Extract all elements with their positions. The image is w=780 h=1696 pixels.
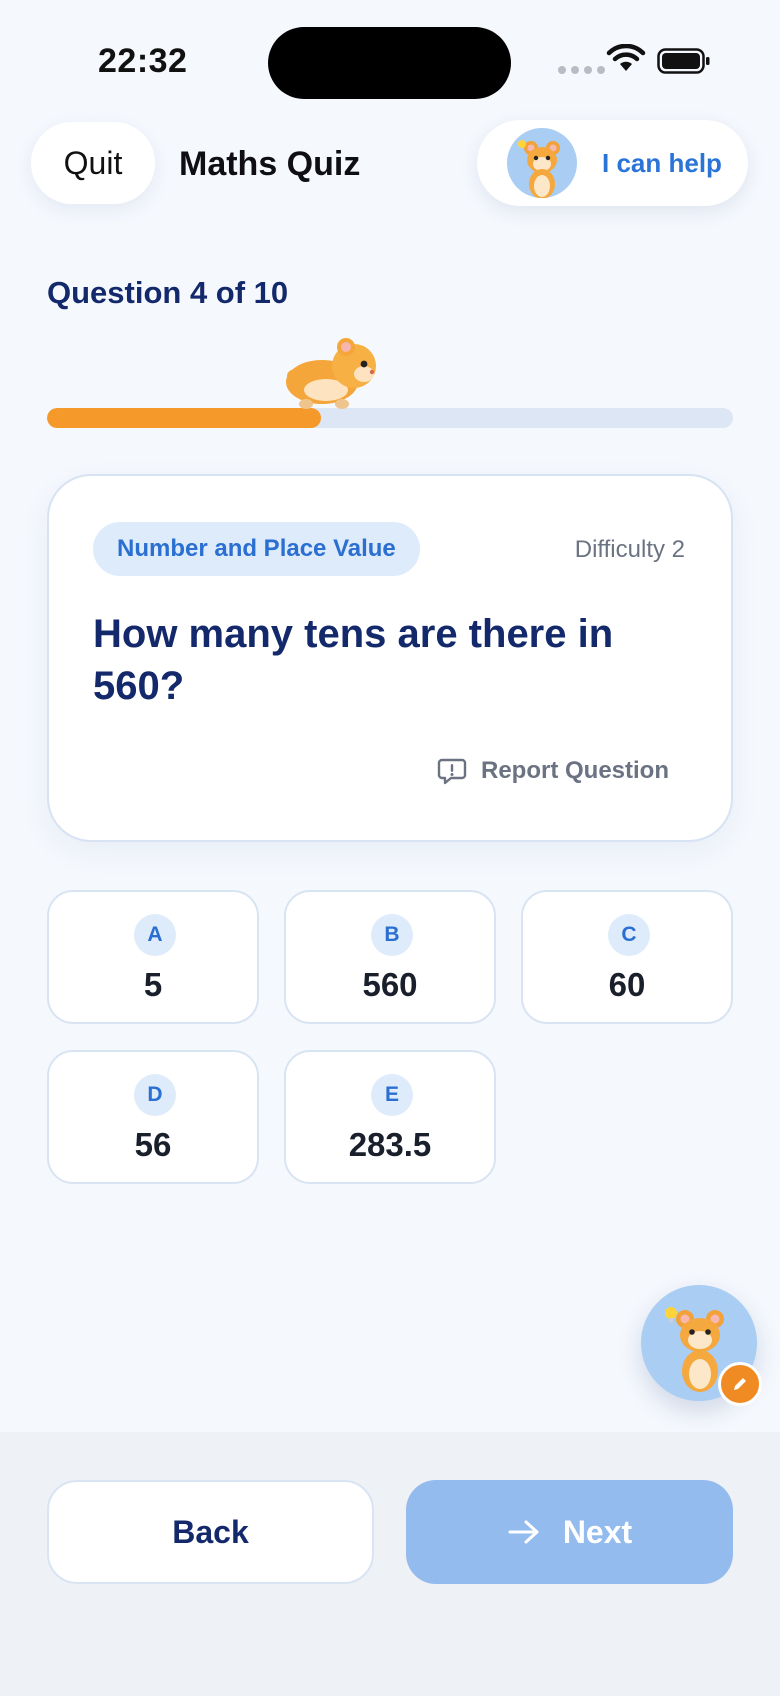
difficulty-label: Difficulty 2 <box>574 536 685 563</box>
page-title: Maths Quiz <box>179 145 361 183</box>
answer-value: 5 <box>143 966 163 1003</box>
answer-option-e[interactable]: E 283.5 <box>284 1050 496 1184</box>
answer-letter: B <box>371 914 413 956</box>
report-question-button[interactable]: Report Question <box>437 756 669 786</box>
back-button[interactable]: Back <box>47 1480 374 1584</box>
answer-letter: C <box>608 914 650 956</box>
help-button[interactable]: I can help <box>477 120 748 206</box>
report-question-label: Report Question <box>480 757 669 784</box>
answer-option-d[interactable]: D 56 <box>47 1050 259 1184</box>
answer-option-b[interactable]: B 560 <box>284 890 496 1024</box>
question-text: How many tens are there in 560? <box>93 612 614 708</box>
battery-icon <box>657 48 710 74</box>
status-bar: 22:32 <box>0 0 780 120</box>
report-bubble-icon <box>437 758 467 785</box>
cellular-signal-icon <box>558 66 605 74</box>
answer-option-a[interactable]: A 5 <box>47 890 259 1024</box>
answer-value: 56 <box>134 1126 172 1163</box>
status-time: 22:32 <box>98 42 188 80</box>
next-button[interactable]: Next <box>406 1480 733 1584</box>
answer-value: 283.5 <box>348 1126 432 1163</box>
dynamic-island <box>268 27 511 99</box>
question-card: Number and Place Value Difficulty 2 How … <box>47 474 733 842</box>
wifi-icon <box>606 44 646 71</box>
hamster-mascot-icon <box>507 128 577 198</box>
progress-bar <box>47 408 733 428</box>
answer-value: 60 <box>608 966 646 1003</box>
topic-badge: Number and Place Value <box>93 522 420 576</box>
quit-button[interactable]: Quit <box>31 122 155 204</box>
pencil-icon <box>718 1362 762 1406</box>
help-label: I can help <box>602 148 722 178</box>
arrow-right-icon <box>508 1520 539 1544</box>
answer-letter: D <box>134 1074 176 1116</box>
answer-option-c[interactable]: C 60 <box>521 890 733 1024</box>
answer-letter: E <box>371 1074 413 1116</box>
next-label: Next <box>562 1513 633 1550</box>
question-counter: Question 4 of 10 <box>47 275 289 310</box>
answer-value: 560 <box>362 966 418 1003</box>
running-hamster-icon <box>286 338 376 409</box>
answer-letter: A <box>134 914 176 956</box>
